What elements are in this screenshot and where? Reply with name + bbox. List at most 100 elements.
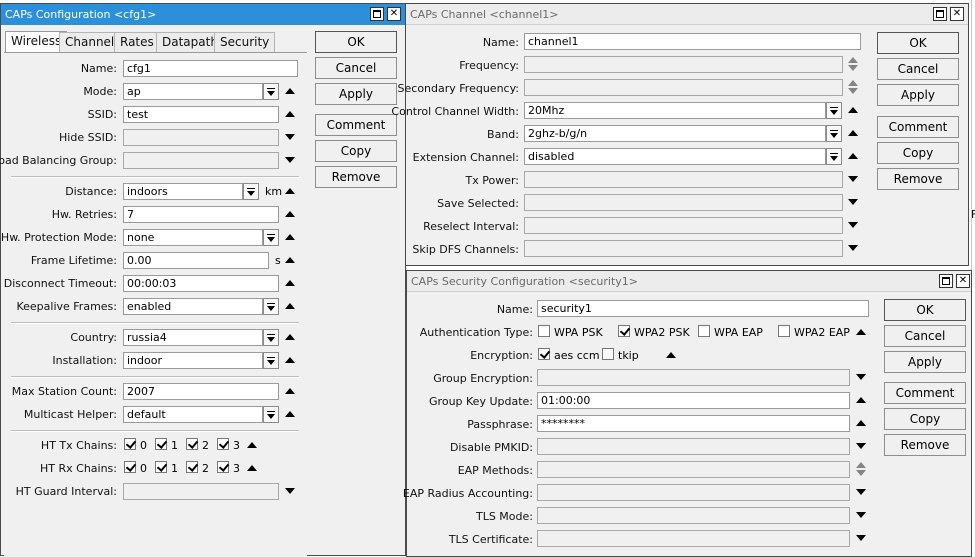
disconnect-timeout-input[interactable]: 00:00:03 [123,275,279,292]
eap-methods-collapse-icon[interactable] [856,462,866,468]
disable-pmkid-expand-icon[interactable] [856,443,866,449]
keepalive-collapse-icon[interactable] [285,303,295,309]
title-bar[interactable]: CAPs Security Configuration <security1> … [407,271,971,292]
tab-wireless[interactable]: Wireless [5,31,68,53]
band-select[interactable]: 2ghz-b/g/n [524,125,826,142]
frame-lifetime-input[interactable]: 0.00 [123,252,269,269]
reselect-interval-field[interactable] [524,217,843,234]
maximize-button[interactable] [933,7,947,21]
wpa-psk-checkbox[interactable] [538,325,550,337]
keepalive-dropdown-button[interactable] [263,298,279,315]
ht-rx-chain-2-checkbox[interactable] [186,461,198,473]
ht-tx-collapse-icon[interactable] [247,442,257,448]
ht-rx-collapse-icon[interactable] [247,465,257,471]
cancel-button[interactable]: Cancel [884,325,966,347]
country-dropdown-button[interactable] [263,329,279,346]
load-balancing-expand-icon[interactable] [285,157,295,163]
passphrase-collapse-icon[interactable] [856,420,866,426]
skip-dfs-field[interactable] [524,240,843,257]
save-selected-expand-icon[interactable] [848,199,858,205]
comment-button[interactable]: Comment [877,116,959,138]
wpa-eap-checkbox[interactable] [698,325,710,337]
ht-tx-chain-3-checkbox[interactable] [217,438,229,450]
mode-dropdown-button[interactable] [263,83,279,100]
secondary-frequency-field[interactable] [524,79,843,96]
reselect-interval-expand-icon[interactable] [848,222,858,228]
apply-button[interactable]: Apply [884,351,966,373]
remove-button[interactable]: Remove [884,434,966,456]
hw-protection-collapse-icon[interactable] [285,234,295,240]
mode-select[interactable]: ap [123,83,263,100]
tab-channel[interactable]: Channel [59,32,121,52]
tx-power-expand-icon[interactable] [848,176,858,182]
band-dropdown-button[interactable] [826,125,842,142]
extension-channel-collapse-icon[interactable] [848,153,858,159]
copy-button[interactable]: Copy [877,142,959,164]
ok-button[interactable]: OK [877,32,959,54]
distance-collapse-icon[interactable] [285,188,295,194]
frequency-expand-icon[interactable] [848,65,858,71]
eap-methods-expand-icon[interactable] [856,470,866,476]
tls-certificate-expand-icon[interactable] [856,535,866,541]
hw-retries-input[interactable]: 7 [123,206,279,223]
installation-collapse-icon[interactable] [285,357,295,363]
auth-type-collapse-icon[interactable] [856,329,866,335]
hw-protection-dropdown-button[interactable] [263,229,279,246]
ok-button[interactable]: OK [315,31,397,53]
load-balancing-field[interactable] [123,152,279,169]
title-bar[interactable]: CAPs Configuration <cfg1> ✕ [1,4,405,25]
secondary-frequency-expand-icon[interactable] [848,88,858,94]
close-button[interactable]: ✕ [950,7,964,21]
max-station-input[interactable]: 2007 [123,383,279,400]
wpa2-eap-checkbox[interactable] [778,325,790,337]
ht-tx-chain-0-checkbox[interactable] [124,438,136,450]
eap-radius-expand-icon[interactable] [856,489,866,495]
group-encryption-expand-icon[interactable] [856,374,866,380]
ht-rx-chain-3-checkbox[interactable] [217,461,229,473]
ok-button[interactable]: OK [884,299,966,321]
disconnect-timeout-collapse-icon[interactable] [285,280,295,286]
apply-button[interactable]: Apply [877,84,959,106]
maximize-button[interactable] [370,7,384,21]
country-select[interactable]: russia4 [123,329,263,346]
frequency-collapse-icon[interactable] [848,57,858,63]
save-selected-field[interactable] [524,194,843,211]
installation-dropdown-button[interactable] [263,352,279,369]
aes-ccm-checkbox[interactable] [538,348,550,360]
hw-retries-collapse-icon[interactable] [285,211,295,217]
cancel-button[interactable]: Cancel [315,57,397,79]
hide-ssid-expand-icon[interactable] [285,134,295,140]
eap-methods-field[interactable] [537,461,850,478]
cancel-button[interactable]: Cancel [877,58,959,80]
control-width-select[interactable]: 20Mhz [524,102,826,119]
channel-name-input[interactable]: channel1 [524,33,861,50]
tab-rates[interactable]: Rates [114,32,160,52]
distance-dropdown-button[interactable] [243,183,259,200]
ht-rx-chain-1-checkbox[interactable] [155,461,167,473]
frequency-field[interactable] [524,56,843,73]
apply-button[interactable]: Apply [315,83,397,105]
skip-dfs-expand-icon[interactable] [848,245,858,251]
keepalive-select[interactable]: enabled [123,298,263,315]
security-name-input[interactable]: security1 [537,300,869,317]
ht-rx-chain-0-checkbox[interactable] [124,461,136,473]
tab-security[interactable]: Security [214,32,276,52]
remove-button[interactable]: Remove [877,168,959,190]
passphrase-input[interactable]: ******** [537,415,850,432]
hide-ssid-field[interactable] [123,129,279,146]
group-key-update-input[interactable]: 01:00:00 [537,392,850,409]
multicast-helper-collapse-icon[interactable] [285,411,295,417]
multicast-helper-select[interactable]: default [123,406,263,423]
title-bar[interactable]: CAPs Channel <channel1> ✕ [406,4,968,25]
tls-mode-field[interactable] [537,507,850,524]
eap-radius-field[interactable] [537,484,850,501]
installation-select[interactable]: indoor [123,352,263,369]
hw-protection-select[interactable]: none [123,229,263,246]
control-width-collapse-icon[interactable] [848,107,858,113]
mode-collapse-icon[interactable] [285,88,295,94]
country-collapse-icon[interactable] [285,334,295,340]
wpa2-psk-checkbox[interactable] [618,325,630,337]
close-button[interactable]: ✕ [387,7,401,21]
name-input[interactable]: cfg1 [123,60,298,77]
multicast-helper-dropdown-button[interactable] [263,406,279,423]
